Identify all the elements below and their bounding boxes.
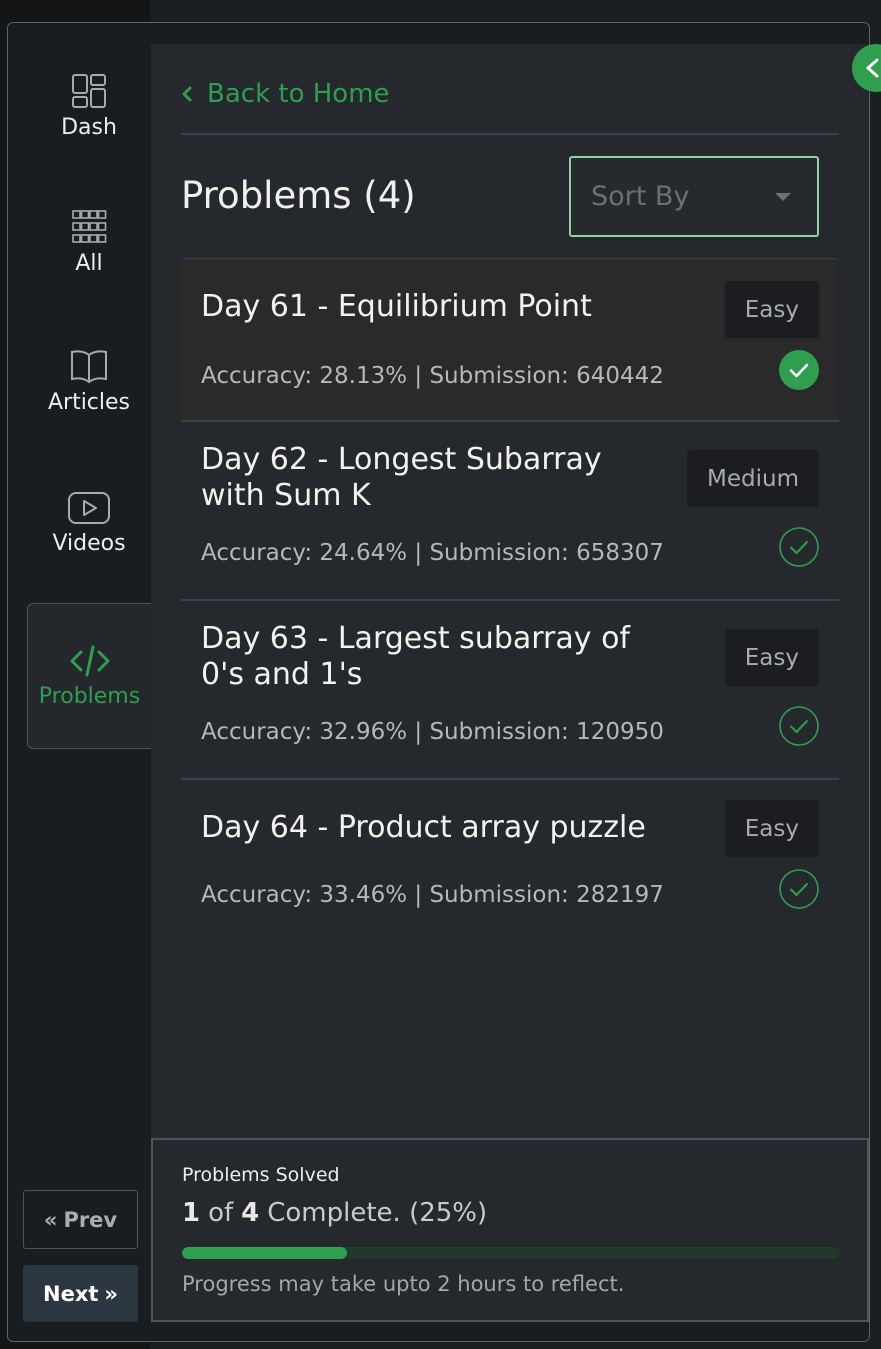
problem-title: Day 62 - Longest Subarray with Sum K <box>201 442 602 513</box>
difficulty-badge: Easy <box>724 629 819 686</box>
play-icon <box>68 492 110 524</box>
difficulty-badge: Easy <box>724 800 819 857</box>
back-label: Back to Home <box>207 79 390 109</box>
book-icon <box>71 350 107 384</box>
problem-title: Day 61 - Equilibrium Point <box>201 289 592 324</box>
problem-title: Day 63 - Largest subarray of 0's and 1's <box>201 621 630 692</box>
sidebar: Dash All Articles Videos Problems « Prev… <box>8 23 152 1341</box>
problem-card[interactable]: Day 64 - Product array puzzle Easy Accur… <box>181 780 839 930</box>
problem-card[interactable]: Day 63 - Largest subarray of 0's and 1's… <box>181 601 839 780</box>
sidebar-item-all[interactable]: All <box>27 209 151 289</box>
total-count: 4 <box>241 1198 260 1228</box>
progress-footer: Problems Solved 1 of 4 Complete. (25%) P… <box>151 1138 869 1322</box>
sidebar-item-label: Videos <box>52 531 126 556</box>
sidebar-item-videos[interactable]: Videos <box>27 491 151 571</box>
sort-dropdown[interactable]: Sort By <box>569 156 819 237</box>
problem-card[interactable]: Day 62 - Longest Subarray with Sum K Med… <box>181 422 839 601</box>
chevron-left-icon <box>866 58 879 78</box>
problem-stats: Accuracy: 32.96% | Submission: 120950 <box>201 719 664 745</box>
double-chevron-right-icon: » <box>104 1281 118 1306</box>
progress-bar <box>182 1247 840 1259</box>
check-circle-filled-icon <box>779 350 819 390</box>
progress-fill <box>182 1247 347 1259</box>
divider <box>181 133 839 135</box>
back-to-home-link[interactable]: Back to Home <box>181 78 390 110</box>
sidebar-item-dash[interactable]: Dash <box>27 73 151 153</box>
problems-panel: Back to Home Problems (4) Sort By Day 61… <box>151 44 869 1322</box>
prev-label: Prev <box>63 1207 118 1232</box>
next-label: Next <box>43 1281 99 1306</box>
sidebar-item-label: Articles <box>47 390 131 415</box>
sidebar-item-label: Dash <box>61 115 117 140</box>
grid-icon <box>72 210 107 243</box>
problem-list: Day 61 - Equilibrium Point Easy Accuracy… <box>181 258 839 930</box>
caret-down-icon <box>775 192 791 201</box>
problem-title: Day 64 - Product array puzzle <box>201 810 646 845</box>
sidebar-item-problems[interactable]: Problems <box>27 603 151 749</box>
progress-caption: Problems Solved <box>182 1164 340 1186</box>
page-title: Problems (4) <box>181 174 416 217</box>
problem-card[interactable]: Day 61 - Equilibrium Point Easy Accuracy… <box>181 258 839 422</box>
difficulty-badge: Medium <box>687 450 819 507</box>
check-circle-outline-icon <box>779 527 819 567</box>
code-icon <box>70 645 109 676</box>
of-word: of <box>208 1198 234 1228</box>
sidebar-item-label: All <box>75 251 103 276</box>
next-button[interactable]: Next » <box>23 1265 138 1322</box>
check-circle-outline-icon <box>779 869 819 909</box>
problem-stats: Accuracy: 33.46% | Submission: 282197 <box>201 882 664 908</box>
progress-note: Progress may take upto 2 hours to reflec… <box>182 1272 625 1296</box>
complete-text: Complete. (25%) <box>267 1198 488 1228</box>
chevron-left-icon <box>182 86 192 102</box>
prev-button[interactable]: « Prev <box>23 1190 138 1249</box>
dashboard-icon <box>72 74 106 108</box>
difficulty-badge: Easy <box>724 281 819 338</box>
sort-placeholder: Sort By <box>591 181 690 212</box>
problem-stats: Accuracy: 24.64% | Submission: 658307 <box>201 540 664 566</box>
solved-count: 1 <box>182 1198 201 1228</box>
progress-summary: 1 of 4 Complete. (25%) <box>182 1198 487 1228</box>
problem-stats: Accuracy: 28.13% | Submission: 640442 <box>201 363 664 389</box>
double-chevron-left-icon: « <box>43 1207 58 1232</box>
sidebar-item-label: Problems <box>38 683 141 709</box>
sidebar-window: Dash All Articles Videos Problems « Prev… <box>7 22 870 1342</box>
sidebar-item-articles[interactable]: Articles <box>27 348 151 428</box>
check-circle-outline-icon <box>779 706 819 746</box>
